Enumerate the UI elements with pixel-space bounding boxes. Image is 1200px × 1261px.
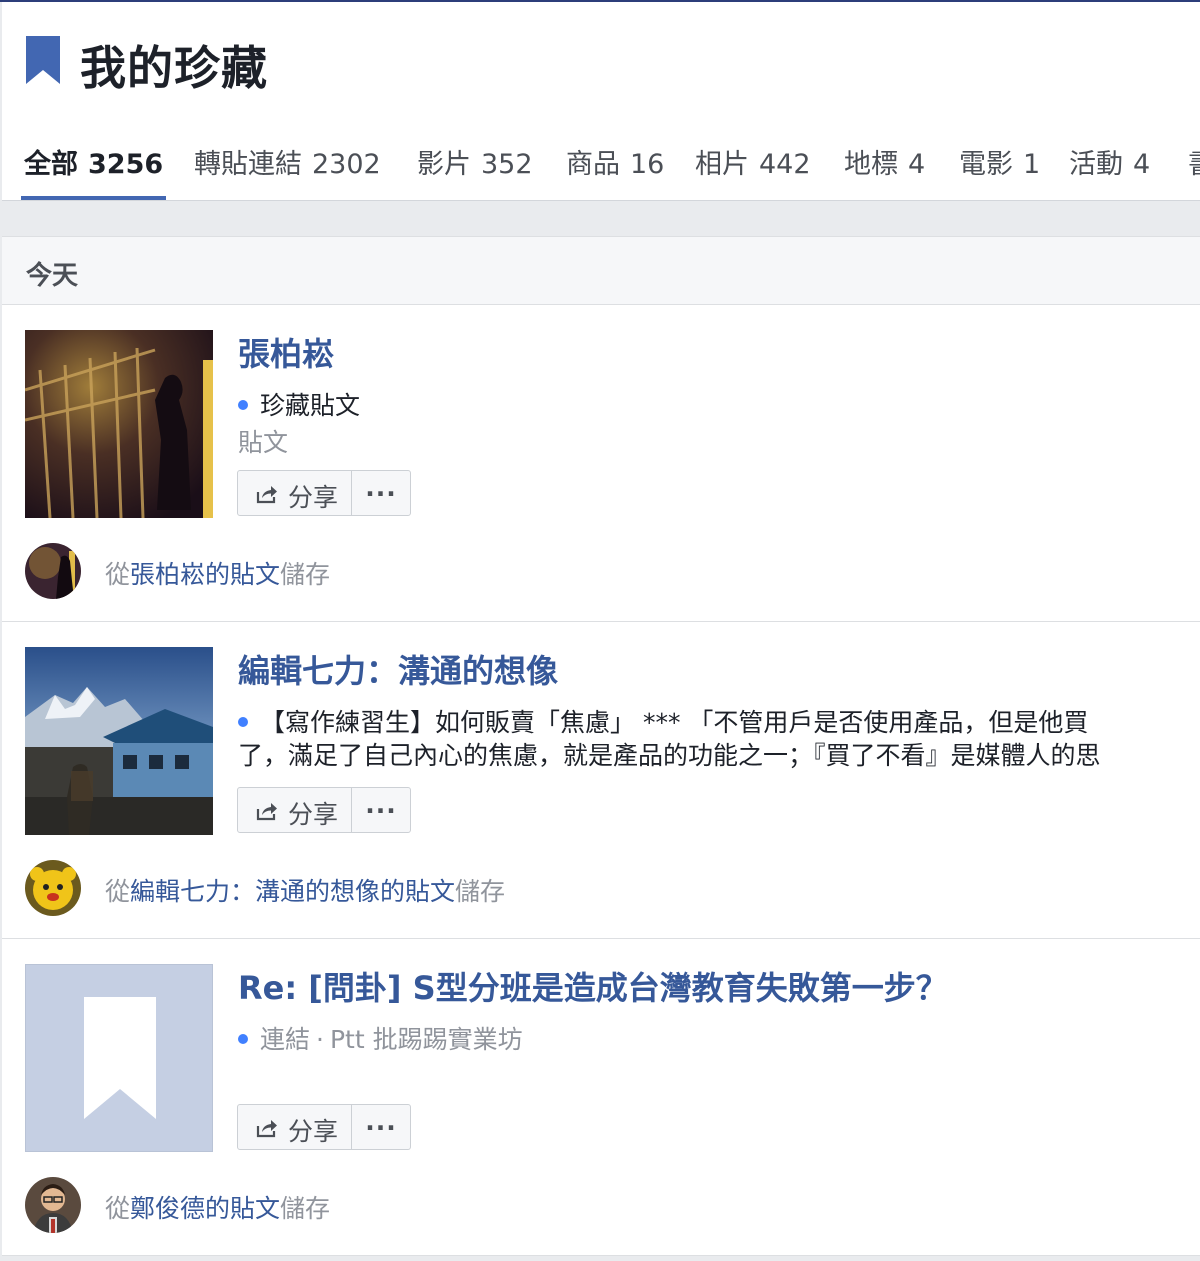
- tab-count: 442: [759, 149, 811, 180]
- tab-label: 商品: [566, 149, 620, 180]
- saved-from-text: 從鄭俊德的貼文儲存: [105, 1189, 330, 1225]
- meta-type: 連結: [260, 1025, 311, 1054]
- excerpt-text: 【寫作練習生】如何販賣「焦慮」 *** 「不管用戶是否使用產品，但是他買了，滿足…: [238, 708, 1101, 770]
- tab-videos[interactable]: 影片 352: [417, 142, 533, 200]
- tab-count: 16: [630, 149, 665, 180]
- tab-label: 相片: [695, 149, 749, 180]
- tab-products[interactable]: 商品 16: [566, 142, 664, 200]
- item-subtype: 貼文: [238, 428, 289, 457]
- person-avatar-icon[interactable]: [25, 1177, 81, 1233]
- saved-from-text: 從張柏崧的貼文儲存: [105, 555, 330, 591]
- more-options-button[interactable]: ...: [351, 787, 411, 833]
- share-label: 分享: [288, 483, 339, 512]
- unread-dot-icon: [238, 400, 248, 410]
- saved-item: 編輯七力：溝通的想像 【寫作練習生】如何販賣「焦慮」 *** 「不管用戶是否使用…: [2, 622, 1200, 939]
- saved-source-link[interactable]: 鄭俊德的貼文: [130, 1194, 280, 1223]
- tab-events[interactable]: 活動 4: [1069, 142, 1150, 200]
- page-header: 我的珍藏 全部 3256 轉貼連結 2302 影片 352 商品 16 相片 442 地標…: [2, 2, 1200, 201]
- tab-label: 地標: [844, 149, 898, 180]
- item-title[interactable]: 編輯七力：溝通的想像: [238, 646, 558, 692]
- saved-prefix: 從: [105, 1194, 131, 1223]
- saved-from-text: 從編輯七力：溝通的想像的貼文儲存: [105, 872, 505, 908]
- meta-source: Ptt 批踢踢實業坊: [329, 1025, 523, 1054]
- meta-text: 珍藏貼文: [260, 391, 361, 420]
- more-label: ...: [365, 473, 397, 502]
- tab-count: 4: [908, 149, 926, 180]
- meta-separator: ·: [316, 1025, 324, 1054]
- tab-count: 4: [1133, 149, 1151, 180]
- saved-suffix: 儲存: [280, 1194, 331, 1223]
- tab-label: 電影: [959, 149, 1013, 180]
- active-tab-indicator: [21, 196, 167, 200]
- date-section-header: 今天: [2, 236, 1200, 305]
- unread-dot-icon: [238, 717, 248, 727]
- item-excerpt: 【寫作練習生】如何販賣「焦慮」 *** 「不管用戶是否使用產品，但是他買了，滿足…: [238, 706, 1118, 772]
- saved-source-link[interactable]: 編輯七力：溝通的想像的貼文: [130, 877, 455, 906]
- share-button[interactable]: 分享: [237, 470, 352, 516]
- tab-count: 2302: [312, 149, 381, 180]
- tab-label: 轉貼連結: [194, 149, 302, 180]
- more-label: ...: [365, 790, 397, 819]
- share-button[interactable]: 分享: [237, 1104, 352, 1150]
- item-title[interactable]: Re: [問卦] S型分班是造成台灣教育失敗第一步？: [238, 963, 948, 1009]
- share-label: 分享: [288, 1117, 339, 1146]
- night-gate-photo[interactable]: [25, 330, 213, 518]
- tab-all[interactable]: 全部 3256: [21, 142, 167, 200]
- tab-bar: 全部 3256 轉貼連結 2302 影片 352 商品 16 相片 442 地標 4 電影 1…: [2, 142, 1200, 200]
- tab-count: 3256: [88, 149, 164, 180]
- item-meta: 珍藏貼文: [238, 389, 360, 422]
- mountain-house-photo[interactable]: [25, 647, 213, 835]
- person-avatar-icon[interactable]: [25, 543, 81, 599]
- share-icon: [256, 1120, 277, 1138]
- unread-dot-icon: [238, 1034, 248, 1044]
- more-options-button[interactable]: ...: [351, 470, 411, 516]
- saved-prefix: 從: [105, 560, 131, 589]
- more-options-button[interactable]: ...: [351, 1104, 411, 1150]
- share-button[interactable]: 分享: [237, 787, 352, 833]
- yellow-mascot-avatar-icon[interactable]: [25, 860, 81, 916]
- share-label: 分享: [288, 800, 339, 829]
- page-title: 我的珍藏: [80, 41, 268, 95]
- item-meta: 連結 · Ptt 批踢踢實業坊: [238, 1023, 523, 1056]
- saved-source-link[interactable]: 張柏崧的貼文: [130, 560, 280, 589]
- share-icon: [256, 486, 277, 504]
- share-icon: [256, 803, 277, 821]
- more-label: ...: [365, 1107, 397, 1136]
- saved-item: 張柏崧 珍藏貼文 貼文 分享 ... 從張柏崧的貼文儲存: [2, 305, 1200, 622]
- saved-prefix: 從: [105, 877, 131, 906]
- tab-count: 352: [481, 149, 533, 180]
- saved-suffix: 儲存: [280, 560, 331, 589]
- bookmark-icon: [26, 36, 60, 84]
- tab-photos[interactable]: 相片 442: [695, 142, 811, 200]
- tab-label: 影片: [417, 149, 471, 180]
- tab-label: 全部: [24, 149, 78, 180]
- saved-item: Re: [問卦] S型分班是造成台灣教育失敗第一步？ 連結 · Ptt 批踢踢實業坊…: [2, 939, 1200, 1256]
- bookmark-placeholder-icon[interactable]: [25, 964, 213, 1152]
- tab-movies[interactable]: 電影 1: [959, 142, 1040, 200]
- tab-books[interactable]: 書: [1188, 142, 1200, 200]
- tab-label: 活動: [1069, 149, 1123, 180]
- section-title: 今天: [26, 261, 79, 291]
- tab-links[interactable]: 轉貼連結 2302: [194, 142, 381, 200]
- tab-count: 1: [1023, 149, 1041, 180]
- item-title[interactable]: 張柏崧: [238, 329, 334, 375]
- tab-places[interactable]: 地標 4: [844, 142, 925, 200]
- saved-suffix: 儲存: [455, 877, 506, 906]
- tab-label: 書: [1188, 149, 1200, 180]
